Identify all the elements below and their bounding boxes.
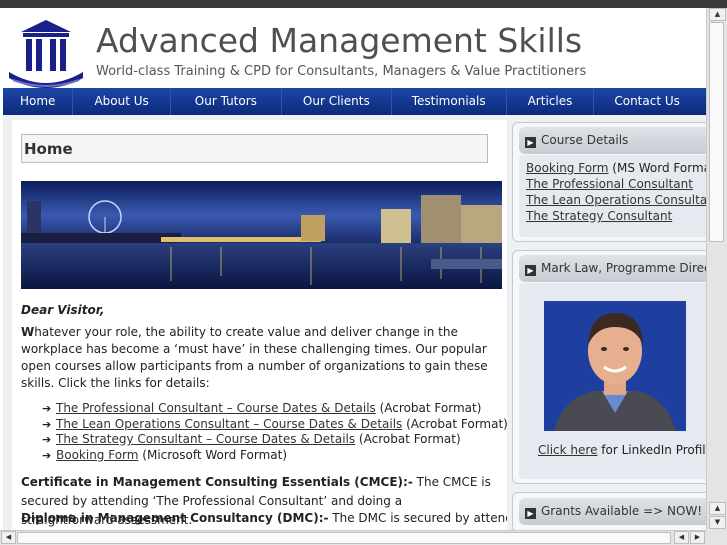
nav-item-articles[interactable]: Articles bbox=[507, 88, 595, 115]
intro-drop-letter: W bbox=[21, 325, 35, 339]
sidebar-link-row: The Professional Consultant bbox=[526, 177, 693, 191]
arrow-right-icon: ➔ bbox=[42, 433, 52, 446]
nav-item-about-us[interactable]: About Us bbox=[73, 88, 171, 115]
site-header: Advanced Management Skills World-class T… bbox=[0, 8, 706, 88]
list-item: ➔ Booking Form (Microsoft Word Format) bbox=[42, 448, 507, 464]
professional-consultant-link[interactable]: The Professional Consultant – Course Dat… bbox=[56, 401, 376, 415]
expand-arrow-icon: ▶ bbox=[525, 137, 536, 148]
linkedin-link[interactable]: Click here bbox=[538, 443, 597, 457]
sidebar-link-row: The Strategy Consultant bbox=[526, 209, 672, 223]
course-details-heading[interactable]: ▶ Course Details bbox=[519, 127, 713, 154]
vertical-scrollbar[interactable]: ▲ ▲ ▼ bbox=[706, 8, 727, 530]
dmc-text: The DMC is secured by attending all 3 bbox=[332, 511, 507, 525]
scroll-up-icon[interactable]: ▲ bbox=[709, 502, 726, 515]
booking-form-link[interactable]: Booking Form bbox=[56, 448, 138, 462]
nav-item-contact-us[interactable]: Contact Us bbox=[594, 88, 700, 115]
director-heading-text: Mark Law, Programme Director bbox=[541, 261, 713, 275]
expand-arrow-icon: ▶ bbox=[525, 508, 536, 519]
sidebar: ▶ Course Details Booking Form (MS Word Fo… bbox=[512, 120, 720, 532]
sidebar-link-note: (MS Word Format) bbox=[608, 161, 721, 175]
strategy-consultant-link[interactable]: The Strategy Consultant – Course Dates &… bbox=[56, 432, 355, 446]
director-panel: ▶ Mark Law, Programme Director Click here… bbox=[512, 250, 714, 484]
greeting: Dear Visitor, bbox=[21, 303, 105, 317]
list-item: ➔ The Strategy Consultant – Course Dates … bbox=[42, 432, 507, 448]
arrow-right-icon: ➔ bbox=[42, 448, 52, 462]
nav-item-our-tutors[interactable]: Our Tutors bbox=[171, 88, 282, 115]
link-format-note: (Acrobat Format) bbox=[355, 432, 461, 446]
sidebar-strategy-consultant-link[interactable]: The Strategy Consultant bbox=[526, 209, 672, 223]
london-night-skyline-banner bbox=[21, 181, 502, 289]
course-details-panel: ▶ Course Details Booking Form (MS Word Fo… bbox=[512, 122, 720, 242]
sidebar-lean-operations-link[interactable]: The Lean Operations Consultant bbox=[526, 193, 719, 207]
list-item: ➔ The Professional Consultant – Course Da… bbox=[42, 401, 507, 417]
horizontal-scroll-thumb[interactable] bbox=[17, 532, 671, 544]
scroll-up-icon[interactable]: ▲ bbox=[709, 8, 726, 21]
scrollbar-corner bbox=[706, 530, 727, 545]
site-title: Advanced Management Skills bbox=[96, 21, 583, 60]
list-item: ➔ The Lean Operations Consultant – Course… bbox=[42, 417, 507, 433]
arrow-right-icon: ➔ bbox=[42, 402, 52, 415]
nav-item-testimonials[interactable]: Testimonials bbox=[392, 88, 507, 115]
scroll-left-icon[interactable]: ◀ bbox=[674, 531, 689, 544]
lean-operations-consultant-link[interactable]: The Lean Operations Consultant – Course … bbox=[56, 417, 402, 431]
sidebar-link-row: Booking Form (MS Word Format) bbox=[526, 161, 720, 175]
course-details-heading-text: Course Details bbox=[541, 133, 629, 147]
director-heading[interactable]: ▶ Mark Law, Programme Director bbox=[519, 255, 713, 282]
link-format-note: (Acrobat Format) bbox=[375, 401, 482, 415]
arrow-right-icon: ➔ bbox=[42, 417, 52, 431]
intro-paragraph: Whatever your role, the ability to creat… bbox=[21, 324, 496, 392]
page-title-box: Home bbox=[21, 134, 488, 163]
temple-columns-logo-icon[interactable] bbox=[5, 14, 87, 88]
link-format-note: (Acrobat Format) bbox=[402, 416, 507, 431]
vertical-scroll-thumb[interactable] bbox=[709, 22, 724, 242]
linkedin-row: Click here for LinkedIn Profile bbox=[538, 443, 713, 457]
scroll-right-icon[interactable]: ▶ bbox=[690, 531, 705, 544]
link-format-note: (Microsoft Word Format) bbox=[138, 447, 288, 462]
expand-arrow-icon: ▶ bbox=[525, 265, 536, 276]
director-photo bbox=[544, 301, 686, 431]
main-content: Home Dear Visitor, Whatever your role, t… bbox=[12, 120, 507, 530]
sidebar-link-row: The Lean Operations Consultant bbox=[526, 193, 719, 207]
page-title: Home bbox=[24, 140, 73, 158]
grants-heading[interactable]: ▶ Grants Available => NOW! bbox=[519, 498, 713, 525]
scroll-left-icon[interactable]: ◀ bbox=[1, 531, 16, 544]
grants-panel: ▶ Grants Available => NOW! bbox=[512, 492, 714, 532]
dmc-title: Diploma in Management Consultancy (DMC):… bbox=[21, 511, 329, 525]
intro-text: hatever your role, the ability to create… bbox=[21, 325, 488, 390]
sidebar-booking-form-link[interactable]: Booking Form bbox=[526, 161, 608, 175]
main-navigation: Home About Us Our Tutors Our Clients Tes… bbox=[3, 88, 706, 115]
horizontal-scrollbar[interactable]: ◀ ◀ ▶ bbox=[0, 530, 706, 545]
director-body: Click here for LinkedIn Profile bbox=[519, 283, 713, 479]
browser-top-bar bbox=[0, 0, 727, 8]
nav-item-home[interactable]: Home bbox=[3, 88, 74, 115]
course-links-list: ➔ The Professional Consultant – Course Da… bbox=[42, 401, 507, 463]
scroll-down-icon[interactable]: ▼ bbox=[709, 516, 726, 529]
site-tagline: World-class Training & CPD for Consultan… bbox=[96, 64, 587, 79]
course-details-body: Booking Form (MS Word Format) The Profes… bbox=[519, 155, 720, 237]
dmc-paragraph: Diploma in Management Consultancy (DMC):… bbox=[21, 511, 507, 525]
linkedin-note: for LinkedIn Profile bbox=[597, 443, 713, 457]
nav-item-our-clients[interactable]: Our Clients bbox=[282, 88, 392, 115]
grants-heading-text: Grants Available => NOW! bbox=[541, 504, 703, 518]
sidebar-professional-consultant-link[interactable]: The Professional Consultant bbox=[526, 177, 693, 191]
cmce-title: Certificate in Management Consulting Ess… bbox=[21, 475, 413, 489]
